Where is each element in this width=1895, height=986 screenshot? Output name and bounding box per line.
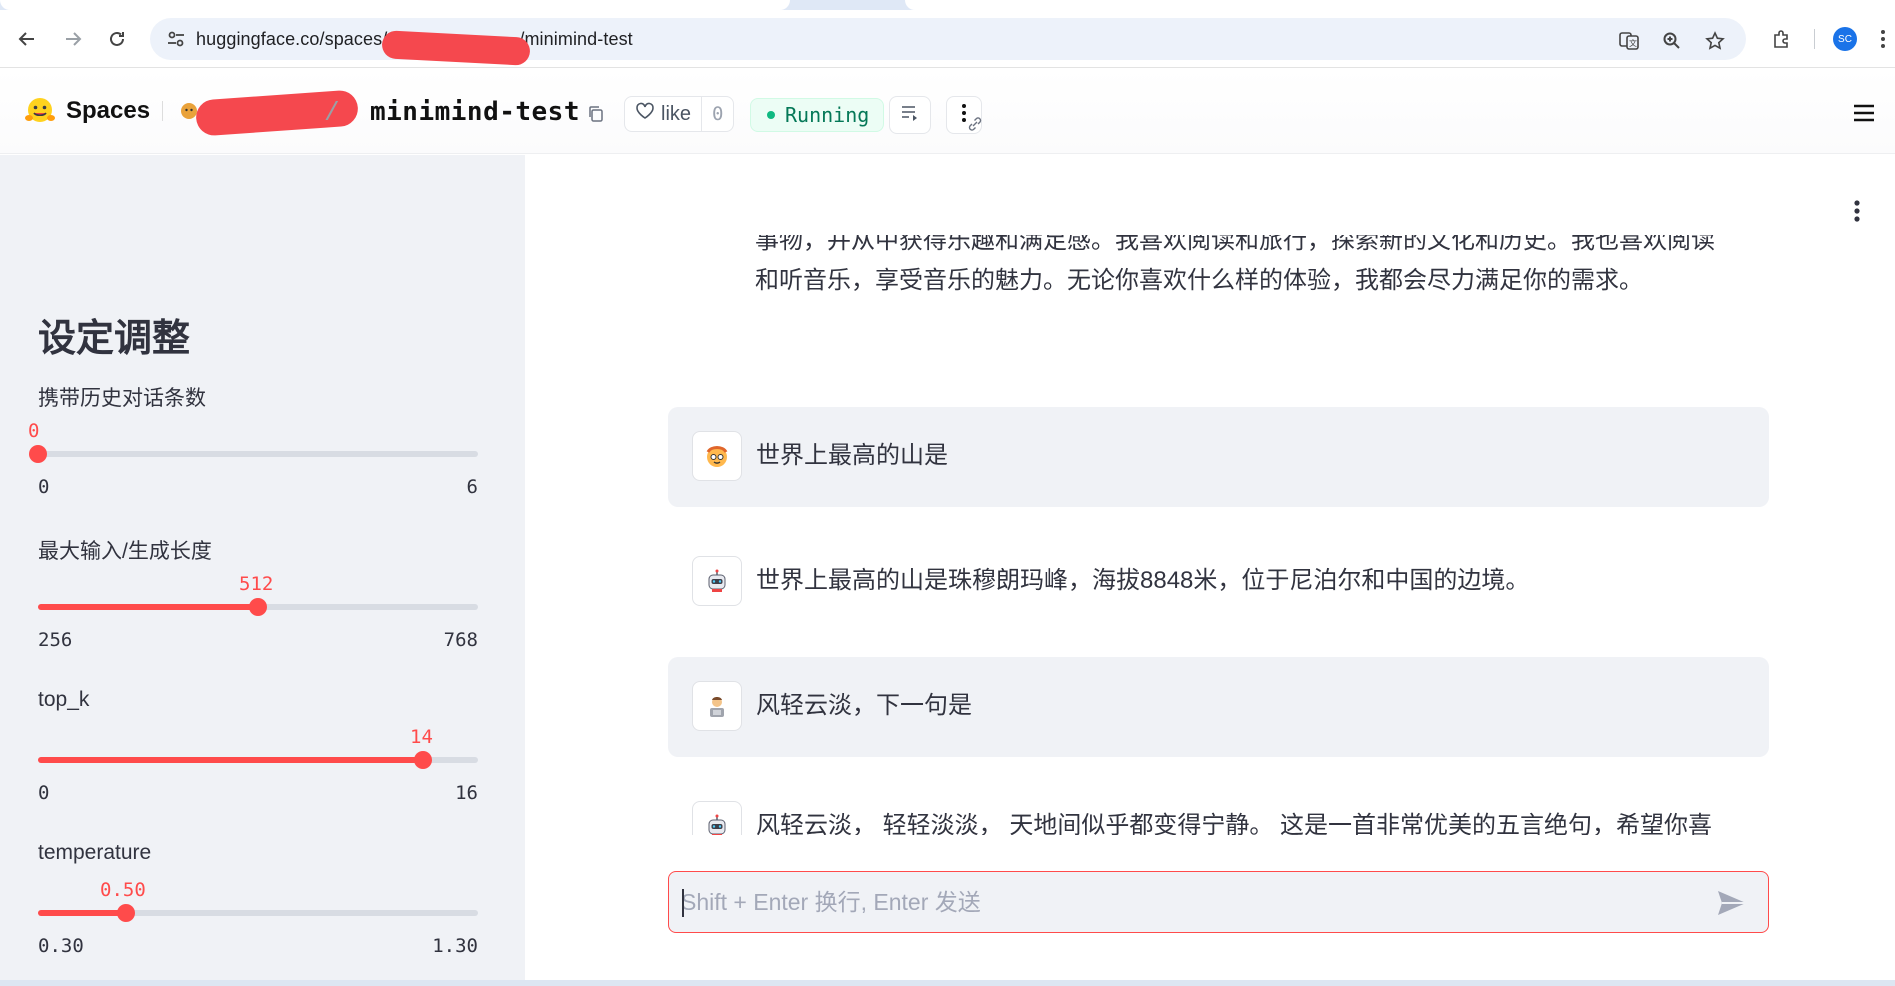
bot-avatar-icon xyxy=(692,556,742,606)
temperature-slider: temperature 0.50 0.30 1.30 xyxy=(38,841,478,961)
slider-label: temperature xyxy=(38,841,152,864)
space-header: Spaces / minimind-test like 0 Running xyxy=(0,69,1895,154)
like-count: 0 xyxy=(712,103,724,125)
chat-history[interactable]: 事物，并从中获得乐趣和满足感。我喜欢阅读和旅行，探索新的文化和历史。我也喜欢阅读… xyxy=(525,235,1895,835)
chat-main: 事物，并从中获得乐趣和满足感。我喜欢阅读和旅行，探索新的文化和历史。我也喜欢阅读… xyxy=(525,155,1895,986)
send-icon[interactable] xyxy=(1716,888,1748,918)
app-menu-icon[interactable] xyxy=(1853,199,1869,225)
back-icon[interactable] xyxy=(12,24,42,54)
slider-label: top_k xyxy=(38,688,90,711)
user-avatar-icon xyxy=(692,681,742,731)
logs-button[interactable] xyxy=(889,96,931,134)
running-dot-icon xyxy=(767,111,775,119)
url-prefix: huggingface.co/spaces/ xyxy=(196,28,388,49)
slider-min: 0 xyxy=(38,782,50,804)
browser-toolbar: huggingface.co/spaces/ /minimind-test 文 S… xyxy=(0,10,1895,68)
chat-message-user: 世界上最高的山是 xyxy=(668,407,1769,507)
slider-max: 16 xyxy=(455,782,478,804)
slider-min: 256 xyxy=(38,629,73,651)
slider-fill xyxy=(38,757,423,763)
hamburger-menu-icon[interactable] xyxy=(1852,103,1880,127)
slider-thumb[interactable] xyxy=(414,751,432,769)
zoom-icon[interactable] xyxy=(1657,26,1687,56)
svg-text:文: 文 xyxy=(1629,38,1637,48)
like-button[interactable]: like xyxy=(625,97,703,131)
browser-tab[interactable] xyxy=(0,0,790,10)
slider-track[interactable] xyxy=(38,751,478,769)
slider-value: 0 xyxy=(28,420,40,442)
copy-icon[interactable] xyxy=(586,104,606,124)
settings-sidebar: 设定调整 携带历史对话条数 0 0 6 最大输入/生成长度 512 256 76… xyxy=(0,155,525,986)
browser-menu-icon[interactable] xyxy=(1876,24,1890,54)
slider-fill xyxy=(38,604,258,610)
chat-input-box[interactable] xyxy=(668,871,1769,933)
max-length-slider: 最大输入/生成长度 512 256 768 xyxy=(38,535,478,655)
slider-thumb[interactable] xyxy=(249,598,267,616)
owner-separator: / xyxy=(324,98,340,128)
link-icon[interactable] xyxy=(966,115,984,138)
slider-value: 512 xyxy=(239,573,274,595)
bookmark-star-icon[interactable] xyxy=(1700,26,1730,56)
slider-label: 最大输入/生成长度 xyxy=(38,540,212,563)
sidebar-title: 设定调整 xyxy=(38,318,191,360)
slider-value: 0.50 xyxy=(100,879,146,901)
translate-icon[interactable]: 文 xyxy=(1614,26,1644,56)
like-group: like 0 xyxy=(624,96,735,132)
chat-input[interactable] xyxy=(681,888,1681,916)
chat-message-assistant: 世界上最高的山是珠穆朗玛峰，海拔8848米，位于尼泊尔和中国的边境。 xyxy=(668,532,1769,632)
hugging-face-logo-icon[interactable] xyxy=(24,95,56,127)
slider-max: 768 xyxy=(443,629,478,651)
spaces-link[interactable]: Spaces xyxy=(66,97,150,125)
heart-icon xyxy=(635,102,655,126)
message-text: 世界上最高的山是珠穆朗玛峰，海拔8848米，位于尼泊尔和中国的边境。 xyxy=(756,567,1530,594)
message-text: 事物，并从中获得乐趣和满足感。我喜欢阅读和旅行，探索新的文化和历史。我也喜欢阅读 xyxy=(755,235,1715,254)
text-caret xyxy=(682,889,684,917)
message-text: 风轻云淡， 轻轻淡淡， 天地间似乎都变得宁静。 这是一首非常优美的五言绝句，希望… xyxy=(756,812,1713,835)
logs-icon xyxy=(900,104,920,127)
toolbar-separator xyxy=(1814,29,1815,49)
slider-thumb[interactable] xyxy=(29,445,47,463)
header-divider xyxy=(162,101,163,121)
status-text: Running xyxy=(785,103,870,127)
slider-max: 6 xyxy=(466,476,478,498)
slider-fill xyxy=(38,910,126,916)
extensions-icon[interactable] xyxy=(1766,24,1796,54)
slider-min: 0.30 xyxy=(38,935,84,957)
forward-icon[interactable] xyxy=(58,24,88,54)
message-text: 和听音乐，享受音乐的魅力。无论你喜欢什么样的体验，我都会尽力满足你的需求。 xyxy=(755,267,1643,294)
user-avatar-icon xyxy=(692,431,742,481)
status-badge: Running xyxy=(750,98,885,132)
site-settings-icon[interactable] xyxy=(156,18,196,60)
partial-assistant-message: 事物，并从中获得乐趣和满足感。我喜欢阅读和旅行，探索新的文化和历史。我也喜欢阅读… xyxy=(755,235,1755,301)
slider-value: 14 xyxy=(410,726,433,748)
slider-min: 0 xyxy=(38,476,50,498)
slider-max: 1.30 xyxy=(432,935,478,957)
slider-track[interactable] xyxy=(38,598,478,616)
slider-track[interactable] xyxy=(38,904,478,922)
message-text: 风轻云淡，下一句是 xyxy=(756,692,972,719)
browser-tab[interactable] xyxy=(905,0,1895,10)
slider-thumb[interactable] xyxy=(117,904,135,922)
space-name[interactable]: minimind-test xyxy=(370,97,580,127)
like-label: like xyxy=(661,102,692,125)
history-count-slider: 携带历史对话条数 0 0 6 xyxy=(28,382,478,502)
chat-message-user: 风轻云淡，下一句是 xyxy=(668,657,1769,757)
url-suffix: /minimind-test xyxy=(519,28,633,49)
chat-message-assistant: 风轻云淡， 轻轻淡淡， 天地间似乎都变得宁静。 这是一首非常优美的五言绝句，希望… xyxy=(668,777,1769,835)
window-bottom-edge xyxy=(0,980,1895,986)
profile-avatar[interactable]: SC xyxy=(1833,27,1857,51)
message-text: 世界上最高的山是 xyxy=(756,442,948,469)
slider-label: 携带历史对话条数 xyxy=(38,387,206,410)
reload-icon[interactable] xyxy=(102,24,132,54)
browser-tabstrip xyxy=(0,0,1895,10)
slider-track[interactable] xyxy=(29,445,478,463)
bot-avatar-icon xyxy=(692,801,742,835)
top-k-slider: top_k 14 0 16 xyxy=(38,688,478,808)
